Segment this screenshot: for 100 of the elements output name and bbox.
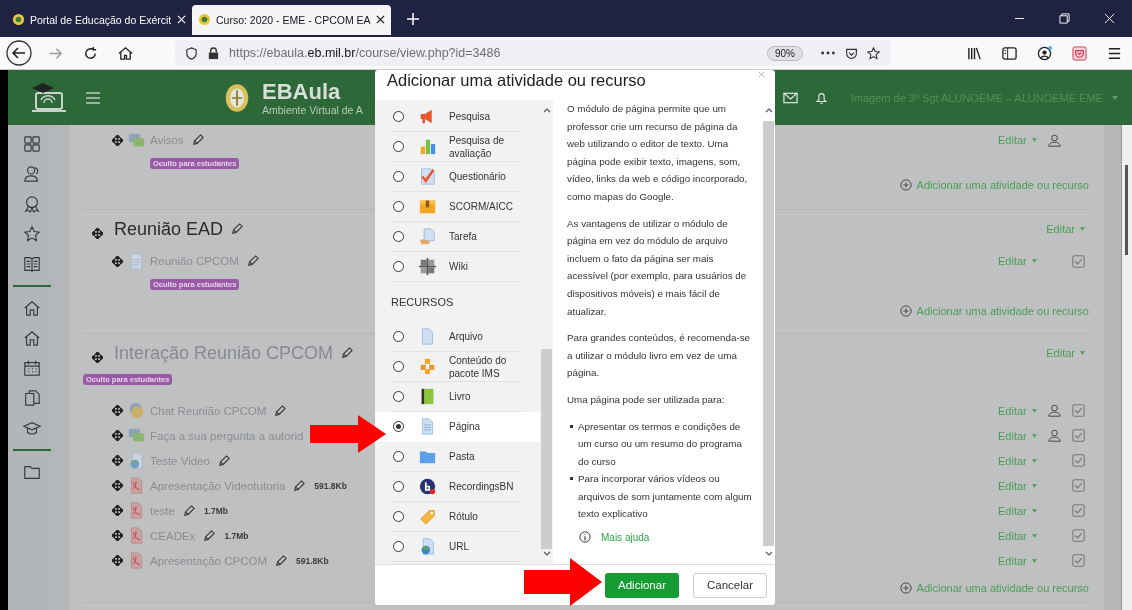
pencil-icon[interactable] — [182, 504, 195, 517]
edit-menu-button[interactable]: Editar — [1046, 347, 1085, 359]
scroll-up-icon[interactable] — [764, 108, 773, 113]
move-icon[interactable] — [112, 530, 123, 541]
scroll-down-icon[interactable] — [764, 551, 773, 556]
pencil-icon[interactable] — [246, 255, 259, 267]
completion-checkbox[interactable] — [1071, 454, 1085, 467]
completion-checkbox[interactable] — [1071, 429, 1085, 442]
activity-option[interactable]: Pesquisa — [392, 102, 522, 132]
calendar-icon[interactable] — [22, 359, 41, 377]
radio-button[interactable] — [393, 111, 404, 122]
completion-checkbox[interactable] — [1071, 529, 1085, 542]
restore-icon[interactable] — [1059, 13, 1070, 24]
move-icon[interactable] — [112, 505, 123, 516]
star-icon[interactable] — [867, 46, 880, 60]
radio-button[interactable] — [393, 201, 404, 212]
browser-tab[interactable]: Portal de Educação do Exércit — [6, 4, 192, 35]
menu-icon[interactable] — [1107, 45, 1122, 61]
dashboard-grid-icon[interactable] — [22, 135, 41, 153]
scrollbar-thumb[interactable] — [1125, 165, 1128, 255]
scrollbar-thumb[interactable] — [541, 349, 552, 549]
graduation-cap-icon[interactable] — [22, 419, 41, 437]
scroll-down-icon[interactable] — [542, 551, 551, 556]
activity-option[interactable]: Conteúdo do pacote IMS — [392, 352, 522, 382]
edit-menu-button[interactable]: Editar — [998, 404, 1043, 417]
users-icon[interactable] — [22, 165, 41, 183]
radio-button[interactable] — [393, 511, 404, 522]
radio-button[interactable] — [393, 141, 404, 152]
library-icon[interactable] — [967, 45, 982, 61]
activity-option[interactable]: SCORM/AICC — [392, 192, 522, 222]
edit-menu-button[interactable]: Editar — [998, 429, 1043, 442]
pencil-icon[interactable] — [231, 223, 244, 235]
activity-option[interactable]: URL — [392, 532, 522, 562]
radio-button[interactable] — [393, 421, 404, 432]
scroll-up-icon[interactable] — [542, 108, 551, 113]
close-icon[interactable] — [375, 15, 385, 24]
pencil-icon[interactable] — [191, 134, 204, 146]
cancel-button[interactable]: Cancelar — [692, 572, 767, 598]
radio-button[interactable] — [393, 391, 404, 402]
pocket-icon[interactable] — [845, 46, 858, 60]
add-activity-link[interactable]: Adicionar uma atividade ou recurso — [899, 305, 1089, 317]
new-tab-icon[interactable] — [406, 12, 419, 25]
user-icon[interactable] — [1047, 133, 1061, 147]
move-icon[interactable] — [112, 480, 123, 491]
move-icon[interactable] — [112, 430, 123, 441]
edit-menu-button[interactable]: Editar — [998, 134, 1043, 146]
edit-menu-button[interactable]: Editar — [998, 554, 1043, 567]
completion-checkbox[interactable] — [1071, 254, 1085, 268]
edit-menu-button[interactable]: Editar — [998, 454, 1043, 467]
radio-button[interactable] — [393, 231, 404, 242]
bell-icon[interactable] — [813, 90, 829, 105]
pencil-icon[interactable] — [217, 454, 230, 467]
activity-option[interactable]: Tarefa — [392, 222, 522, 252]
reload-icon[interactable] — [83, 45, 98, 61]
browser-tab[interactable]: Curso: 2020 - EME - CPCOM EA — [192, 4, 391, 35]
pencil-icon[interactable] — [274, 554, 287, 567]
completion-checkbox[interactable] — [1071, 554, 1085, 567]
radio-button[interactable] — [393, 451, 404, 462]
account-icon[interactable] — [1037, 45, 1052, 61]
folder-icon[interactable] — [22, 463, 41, 481]
completion-checkbox[interactable] — [1071, 504, 1085, 517]
move-icon[interactable] — [112, 555, 123, 566]
edit-menu-button[interactable]: Editar — [1046, 223, 1085, 235]
edit-menu-button[interactable]: Editar — [998, 255, 1043, 267]
move-icon[interactable] — [92, 351, 103, 363]
sidebar-icon[interactable] — [1002, 45, 1017, 61]
user-icon[interactable] — [1047, 404, 1061, 417]
activity-option[interactable]: Página — [375, 412, 540, 442]
star-icon[interactable] — [22, 225, 41, 243]
radio-button[interactable] — [393, 171, 404, 182]
documents-icon[interactable] — [22, 389, 41, 407]
radio-button[interactable] — [393, 541, 404, 552]
pencil-icon[interactable] — [293, 479, 306, 492]
completion-checkbox[interactable] — [1071, 404, 1085, 417]
activity-option[interactable]: Wiki — [392, 252, 522, 282]
add-button[interactable]: Adicionar — [605, 572, 679, 598]
add-activity-link[interactable]: Adicionar uma atividade ou recurso — [899, 582, 1089, 594]
pencil-icon[interactable] — [203, 529, 216, 542]
activity-option[interactable]: Pesquisa de avaliação — [392, 132, 522, 162]
mail-icon[interactable] — [782, 90, 798, 105]
radio-button[interactable] — [393, 361, 404, 372]
move-icon[interactable] — [112, 134, 123, 146]
open-book-icon[interactable] — [22, 255, 41, 273]
move-icon[interactable] — [112, 455, 123, 466]
award-ribbon-icon[interactable] — [22, 195, 41, 213]
activity-option[interactable]: RecordingsBN — [392, 472, 522, 502]
move-icon[interactable] — [92, 227, 103, 239]
pencil-icon[interactable] — [274, 404, 287, 417]
help-link[interactable]: Mais ajuda — [601, 531, 650, 543]
activity-option[interactable]: Rótulo — [392, 502, 522, 532]
pencil-icon[interactable] — [341, 347, 354, 359]
move-icon[interactable] — [112, 405, 123, 416]
radio-button[interactable] — [393, 331, 404, 342]
edit-menu-button[interactable]: Editar — [998, 529, 1043, 542]
add-activity-link[interactable]: Adicionar uma atividade ou recurso — [899, 179, 1089, 191]
scrollbar-thumb[interactable] — [763, 121, 774, 546]
edit-menu-button[interactable]: Editar — [998, 504, 1043, 517]
activity-option[interactable]: Questionário — [392, 162, 522, 192]
activity-option[interactable]: Pasta — [392, 442, 522, 472]
home-icon[interactable] — [118, 45, 133, 61]
